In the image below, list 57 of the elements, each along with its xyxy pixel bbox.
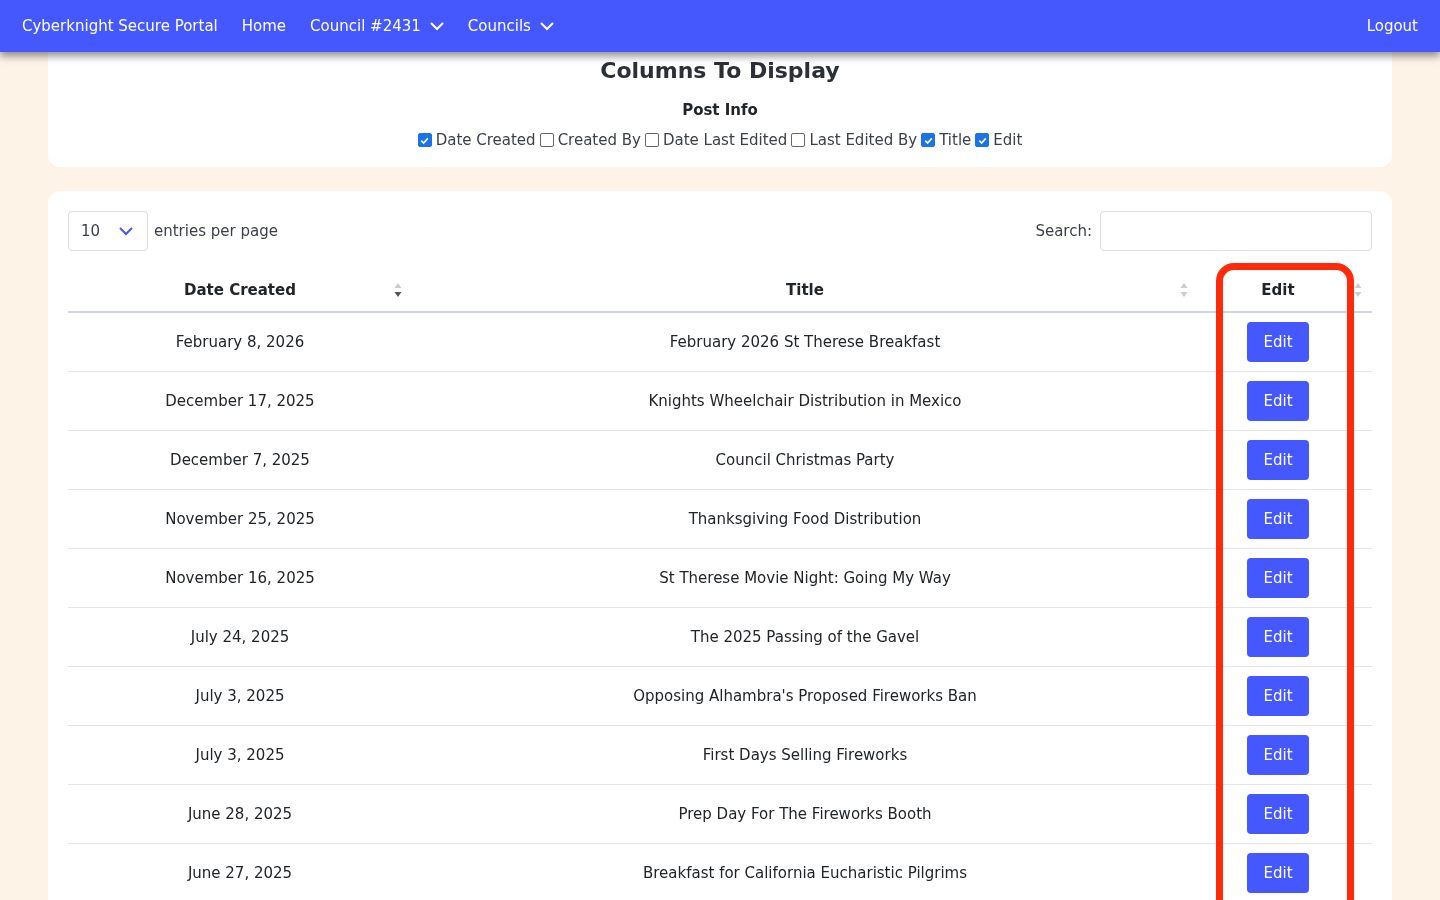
nav-link[interactable]: Council #2431 [310, 17, 444, 35]
entries-select[interactable]: 10 [68, 211, 148, 251]
edit-button[interactable]: Edit [1247, 735, 1309, 775]
card-title: Columns To Display [599, 58, 841, 83]
brand-link[interactable]: Cyberknight Secure Portal [22, 17, 218, 35]
logout-link[interactable]: Logout [1366, 17, 1418, 35]
checkbox-label: Created By [557, 131, 641, 149]
checkbox[interactable] [975, 133, 990, 147]
column-header[interactable]: Title [412, 269, 1198, 312]
group-title: Post Info [681, 101, 759, 119]
table-cell: December 17, 2025 [68, 371, 412, 431]
checkbox[interactable] [539, 133, 554, 147]
table-cell: Thanksgiving Food Distribution [412, 489, 1198, 549]
search-field[interactable] [1100, 211, 1372, 251]
table-cell: June 28, 2025 [68, 784, 412, 844]
nav-link[interactable]: Home [241, 17, 287, 35]
table-cell: February 8, 2026 [68, 312, 412, 372]
edit-button[interactable]: Edit [1247, 440, 1309, 480]
checkbox[interactable] [791, 133, 806, 147]
edit-button[interactable]: Edit [1247, 676, 1309, 716]
edit-button[interactable]: Edit [1247, 322, 1309, 362]
search-label: Search: [1035, 222, 1092, 240]
table-cell: July 3, 2025 [68, 725, 412, 785]
column-header[interactable]: Date Created [68, 269, 412, 312]
table-cell: July 24, 2025 [68, 607, 412, 667]
checkbox-label: Title [939, 131, 972, 149]
table-cell: First Days Selling Fireworks [412, 725, 1198, 785]
edit-button[interactable]: Edit [1247, 794, 1309, 834]
checkbox[interactable] [921, 133, 936, 147]
table-cell: November 25, 2025 [68, 489, 412, 549]
checkbox[interactable] [644, 133, 659, 147]
nav-link[interactable]: Councils [467, 17, 554, 35]
edit-button[interactable]: Edit [1247, 558, 1309, 598]
edit-button[interactable]: Edit [1247, 617, 1309, 657]
checkbox[interactable] [417, 133, 432, 147]
table-cell: St Therese Movie Night: Going My Way [412, 548, 1198, 608]
edit-button[interactable]: Edit [1247, 853, 1309, 893]
edit-button[interactable]: Edit [1247, 499, 1309, 539]
chevron-down-icon [119, 226, 133, 236]
entries-label: entries per page [154, 222, 278, 240]
checkbox-label: Date Created [435, 131, 536, 149]
checkbox-label: Date Last Edited [662, 131, 788, 149]
table-cell: February 2026 St Therese Breakfast [412, 312, 1198, 372]
column-header[interactable]: Edit [1198, 269, 1372, 312]
table-cell: The 2025 Passing of the Gavel [412, 607, 1198, 667]
table-cell: November 16, 2025 [68, 548, 412, 608]
checkbox-label: Last Edited By [809, 131, 918, 149]
edit-button[interactable]: Edit [1247, 381, 1309, 421]
table-cell: Council Christmas Party [412, 430, 1198, 490]
table-cell: Knights Wheelchair Distribution in Mexico [412, 371, 1198, 431]
table-cell: Breakfast for California Eucharistic Pilgrims [412, 843, 1198, 900]
table-cell: June 27, 2025 [68, 843, 412, 900]
checkbox-label: Edit [993, 131, 1023, 149]
table-cell: Prep Day For The Fireworks Booth [412, 784, 1198, 844]
table-cell: December 7, 2025 [68, 430, 412, 490]
table-cell: Opposing Alhambra's Proposed Fireworks Ban [412, 666, 1198, 726]
table-cell: July 3, 2025 [68, 666, 412, 726]
